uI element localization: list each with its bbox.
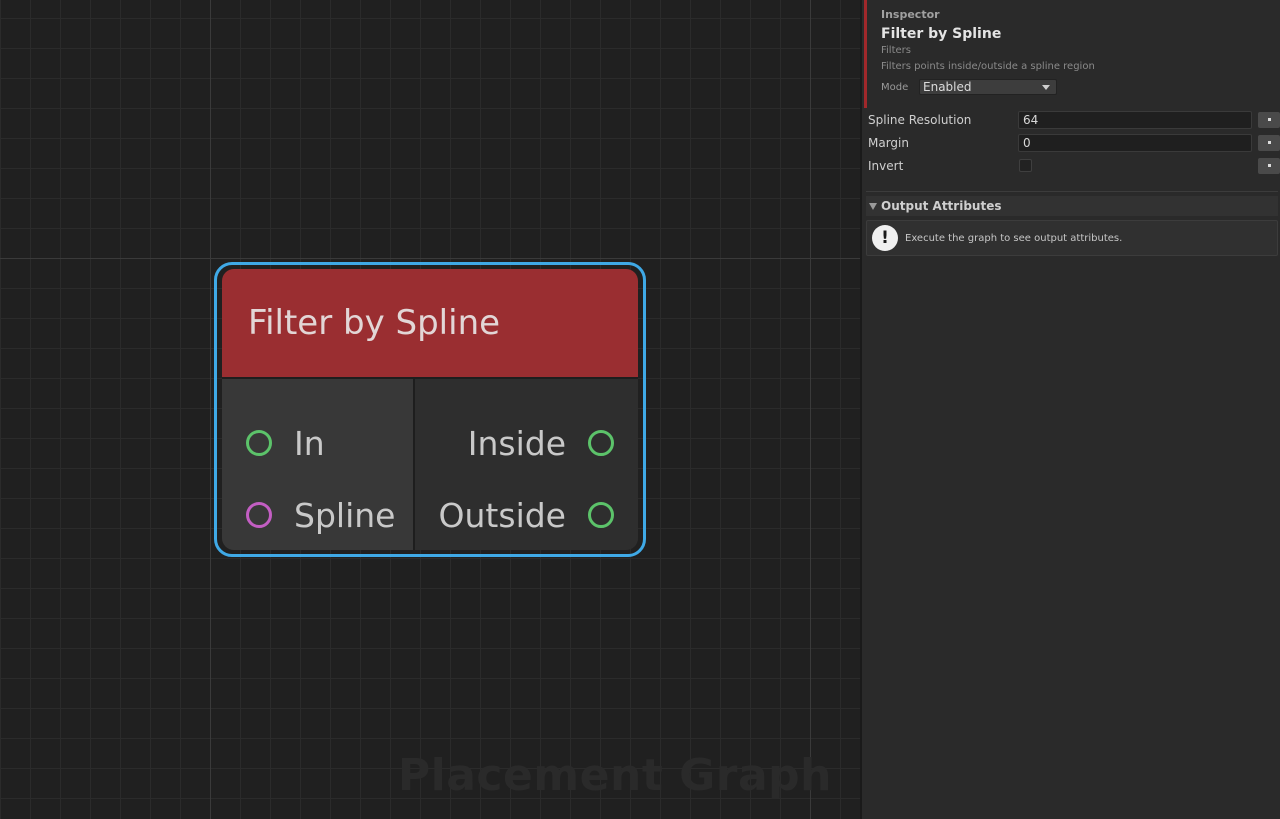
node-body: In Spline Inside Outside (222, 379, 638, 550)
dot-icon (1267, 164, 1271, 167)
reset-button[interactable] (1258, 111, 1280, 128)
grid-major-line (210, 0, 211, 819)
inspector-header: Inspector Filter by Spline Filters Filte… (862, 0, 1280, 108)
port-connector-icon[interactable] (588, 430, 614, 456)
dot-icon (1267, 141, 1271, 144)
dot-icon (1267, 118, 1271, 121)
property-label: Invert (868, 158, 904, 173)
input-ports: In Spline (222, 379, 415, 550)
property-label: Spline Resolution (868, 112, 972, 127)
graph-canvas[interactable]: Filter by Spline In Spline Inside Outsid… (0, 0, 860, 819)
spline-resolution-field[interactable]: 64 (1018, 110, 1252, 129)
inspector-label: Inspector (881, 8, 940, 21)
node-color-accent (864, 0, 867, 108)
inspector-node-description: Filters points inside/outside a spline r… (881, 61, 1095, 72)
inspector-panel: Inspector Filter by Spline Filters Filte… (860, 0, 1280, 819)
input-port-spline[interactable]: Spline (222, 479, 413, 550)
help-text: Execute the graph to see output attribut… (905, 232, 1123, 244)
port-label: Inside (467, 423, 566, 463)
mode-dropdown-value: Enabled (923, 80, 972, 94)
reset-button[interactable] (1258, 157, 1280, 174)
exclamation-icon: ! (872, 225, 898, 251)
port-connector-icon[interactable] (246, 430, 272, 456)
output-port-inside[interactable]: Inside (415, 407, 638, 479)
section-title: Output Attributes (881, 199, 1002, 213)
port-label: Spline (294, 495, 396, 535)
node-title: Filter by Spline (248, 303, 501, 343)
property-row-spline-resolution: Spline Resolution 64 (862, 108, 1280, 131)
output-attributes-foldout[interactable]: Output Attributes (866, 196, 1278, 216)
help-box: ! Execute the graph to see output attrib… (866, 220, 1278, 256)
port-label: Outside (438, 495, 566, 535)
reset-button[interactable] (1258, 134, 1280, 151)
node-header[interactable]: Filter by Spline (222, 269, 638, 379)
port-connector-icon[interactable] (246, 502, 272, 528)
mode-label: Mode (881, 81, 909, 93)
mode-row: Mode Enabled (881, 79, 1280, 95)
output-port-outside[interactable]: Outside (415, 479, 638, 550)
triangle-down-icon (869, 202, 877, 210)
graph-watermark: Placement Graph (397, 750, 832, 801)
property-list: Spline Resolution 64 Margin 0 Invert (862, 108, 1280, 177)
grid-major-line (810, 0, 811, 819)
mode-dropdown[interactable]: Enabled (919, 79, 1057, 95)
port-label: In (294, 423, 325, 463)
invert-checkbox[interactable] (1019, 159, 1032, 172)
filter-by-spline-node[interactable]: Filter by Spline In Spline Inside Outsid… (222, 269, 638, 550)
chevron-down-icon (1042, 84, 1050, 90)
output-ports: Inside Outside (415, 379, 638, 550)
property-row-invert: Invert (862, 154, 1280, 177)
property-row-margin: Margin 0 (862, 131, 1280, 154)
margin-field[interactable]: 0 (1018, 133, 1252, 152)
port-connector-icon[interactable] (588, 502, 614, 528)
input-port-in[interactable]: In (222, 407, 413, 479)
property-label: Margin (868, 135, 909, 150)
inspector-node-title: Filter by Spline (881, 26, 1002, 42)
grid-major-line (0, 258, 860, 259)
inspector-node-category: Filters (881, 45, 911, 56)
divider (866, 191, 1278, 192)
